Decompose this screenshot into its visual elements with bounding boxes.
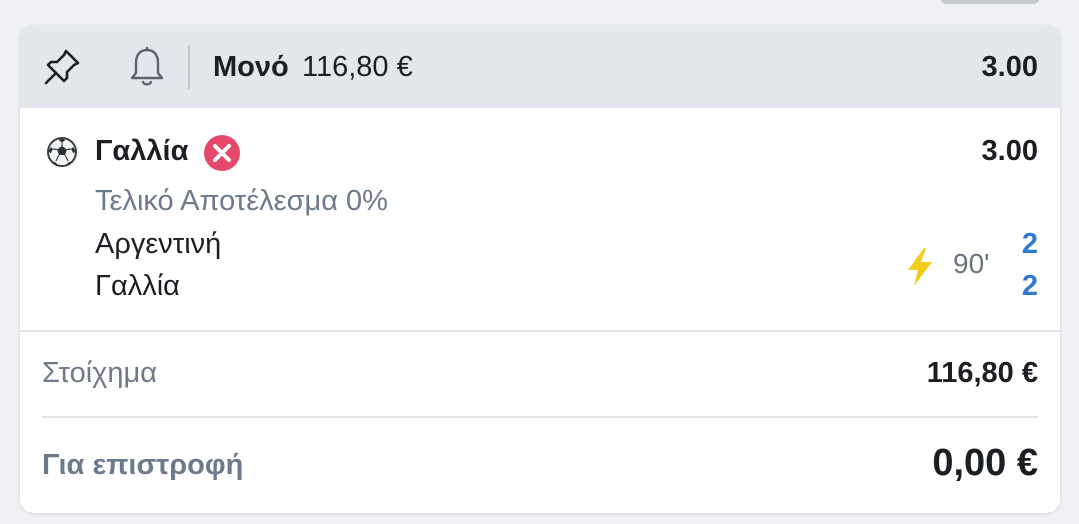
header-divider <box>188 45 190 89</box>
market-name: Τελικό Αποτέλεσμα 0% <box>95 185 388 217</box>
home-team: Αργεντινή <box>95 228 222 260</box>
match-minute: 90' <box>953 248 990 279</box>
return-label: Για επιστροφή <box>42 449 244 481</box>
total-odds: 3.00 <box>981 51 1038 83</box>
pin-icon[interactable] <box>42 47 82 87</box>
lost-x-icon <box>204 135 240 171</box>
stake-value: 116,80 € <box>926 357 1038 389</box>
bet-header: Μονό 116,80 € 3.00 <box>20 25 1060 108</box>
selection-odds: 3.00 <box>981 135 1038 167</box>
stake-label: Στοίχημα <box>42 357 157 389</box>
bet-type: Μονό <box>213 51 289 83</box>
bet-slip-card: Μονό 116,80 € 3.00 Γαλλία 3.00 Τελικό Απ… <box>20 25 1060 513</box>
selection-name: Γαλλία <box>95 135 189 167</box>
lightning-icon <box>908 248 932 286</box>
section-divider <box>20 330 1060 332</box>
return-value: 0,00 € <box>932 442 1038 484</box>
soccer-ball-icon <box>47 137 77 167</box>
summary-divider <box>42 416 1038 418</box>
away-score: 2 <box>1021 270 1038 302</box>
drag-handle[interactable] <box>940 0 1040 4</box>
header-stake-amount: 116,80 € <box>302 51 413 83</box>
away-team: Γαλλία <box>95 270 180 302</box>
bell-icon[interactable] <box>128 46 166 88</box>
home-score: 2 <box>1021 228 1038 260</box>
